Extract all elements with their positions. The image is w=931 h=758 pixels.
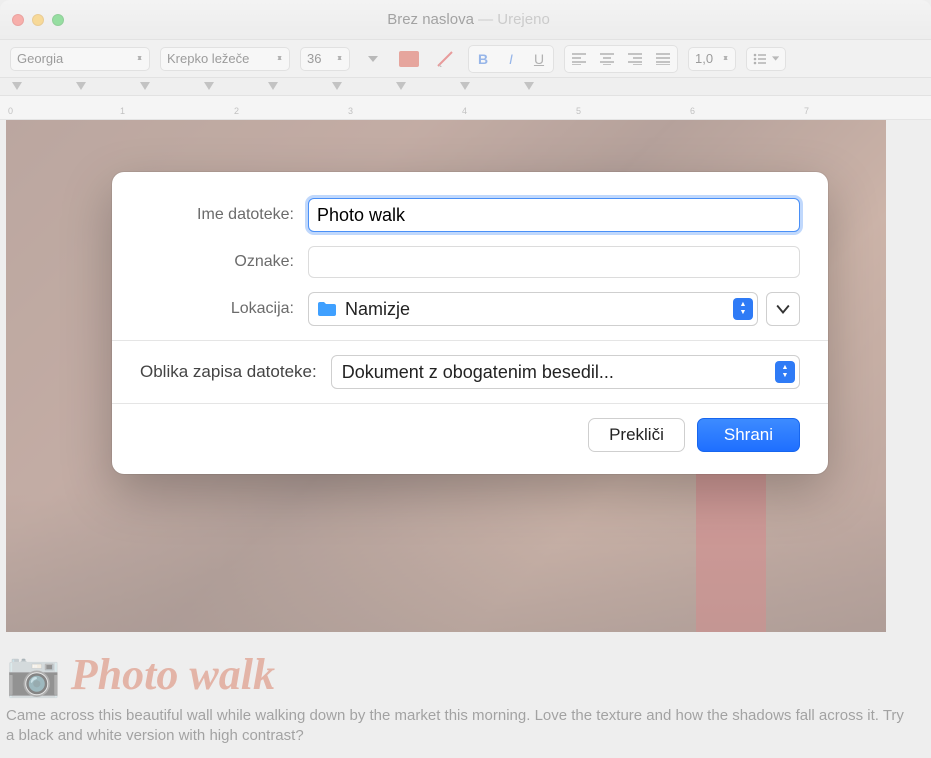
ruler-number: 7 [804, 106, 809, 116]
line-spacing-select[interactable]: 1,0 [688, 47, 736, 71]
format-label: Oblika zapisa datoteke: [140, 362, 331, 382]
ruler-number: 4 [462, 106, 467, 116]
file-format-value: Dokument z obogatenim besedil... [342, 362, 775, 383]
alignment-group [564, 45, 678, 73]
tags-input[interactable] [308, 246, 800, 278]
font-family-value: Georgia [17, 51, 63, 66]
ruler-number: 3 [348, 106, 353, 116]
tab-stop-icon[interactable] [76, 82, 86, 90]
align-right-icon[interactable] [622, 47, 648, 71]
bold-button[interactable]: B [470, 47, 496, 71]
ruler-number: 0 [8, 106, 13, 116]
formatting-toolbar: Georgia Krepko ležeče 36 B I U 1,0 [0, 40, 931, 78]
font-style-select[interactable]: Krepko ležeče [160, 47, 290, 71]
underline-button[interactable]: U [526, 47, 552, 71]
location-value: Namizje [345, 299, 733, 320]
tab-stop-icon[interactable] [460, 82, 470, 90]
cancel-button[interactable]: Prekliči [588, 418, 685, 452]
align-justify-icon[interactable] [650, 47, 676, 71]
tags-label: Oznake: [140, 253, 308, 271]
highlight-color-icon[interactable] [432, 47, 458, 71]
list-style-select[interactable] [746, 47, 786, 71]
minimize-window-icon[interactable] [32, 14, 44, 26]
document-heading[interactable]: Photo walk [71, 649, 275, 700]
document-body-text[interactable]: Came across this beautiful wall while wa… [6, 706, 911, 747]
location-label: Lokacija: [140, 300, 308, 318]
align-center-icon[interactable] [594, 47, 620, 71]
font-size-select[interactable]: 36 [300, 47, 350, 71]
chevron-updown-icon [733, 298, 753, 320]
file-format-select[interactable]: Dokument z obogatenim besedil... [331, 355, 800, 389]
expand-location-button[interactable] [766, 292, 800, 326]
maximize-window-icon[interactable] [52, 14, 64, 26]
tab-stops-strip[interactable] [0, 78, 931, 96]
font-size-value: 36 [307, 51, 321, 66]
title-sep: — [474, 11, 497, 28]
tab-stop-icon[interactable] [140, 82, 150, 90]
titlebar: Brez naslova — Urejeno [0, 0, 931, 40]
tab-stop-icon[interactable] [268, 82, 278, 90]
font-family-select[interactable]: Georgia [10, 47, 150, 71]
filename-input[interactable] [308, 198, 800, 232]
title-state: Urejeno [497, 11, 550, 28]
save-dialog: Ime datoteke: Oznake: Lokacija: Namizje … [112, 172, 828, 474]
folder-icon [317, 301, 337, 317]
align-left-icon[interactable] [566, 47, 592, 71]
divider [112, 403, 828, 404]
filename-label: Ime datoteke: [140, 206, 308, 224]
tab-stop-icon[interactable] [524, 82, 534, 90]
camera-icon: 📷 [6, 648, 61, 700]
ruler-number: 2 [234, 106, 239, 116]
font-size-dropdown-icon[interactable] [360, 47, 386, 71]
save-button[interactable]: Shrani [697, 418, 800, 452]
window-controls [12, 14, 64, 26]
tab-stop-icon[interactable] [12, 82, 22, 90]
ruler-number: 1 [120, 106, 125, 116]
line-spacing-value: 1,0 [695, 51, 713, 66]
text-style-group: B I U [468, 45, 554, 73]
font-style-value: Krepko ležeče [167, 51, 249, 66]
divider [112, 340, 828, 341]
document-text[interactable]: 📷 Photo walk Came across this beautiful … [6, 640, 911, 747]
tab-stop-icon[interactable] [332, 82, 342, 90]
italic-button[interactable]: I [498, 47, 524, 71]
tab-stop-icon[interactable] [396, 82, 406, 90]
location-select[interactable]: Namizje [308, 292, 758, 326]
window-title: Brez naslova — Urejeno [78, 11, 859, 28]
close-window-icon[interactable] [12, 14, 24, 26]
tab-stop-icon[interactable] [204, 82, 214, 90]
ruler[interactable]: 0 1 2 3 4 5 6 7 [0, 96, 931, 120]
chevron-updown-icon [775, 361, 795, 383]
ruler-number: 6 [690, 106, 695, 116]
title-main: Brez naslova [387, 11, 474, 28]
text-color-swatch[interactable] [396, 47, 422, 71]
ruler-number: 5 [576, 106, 581, 116]
